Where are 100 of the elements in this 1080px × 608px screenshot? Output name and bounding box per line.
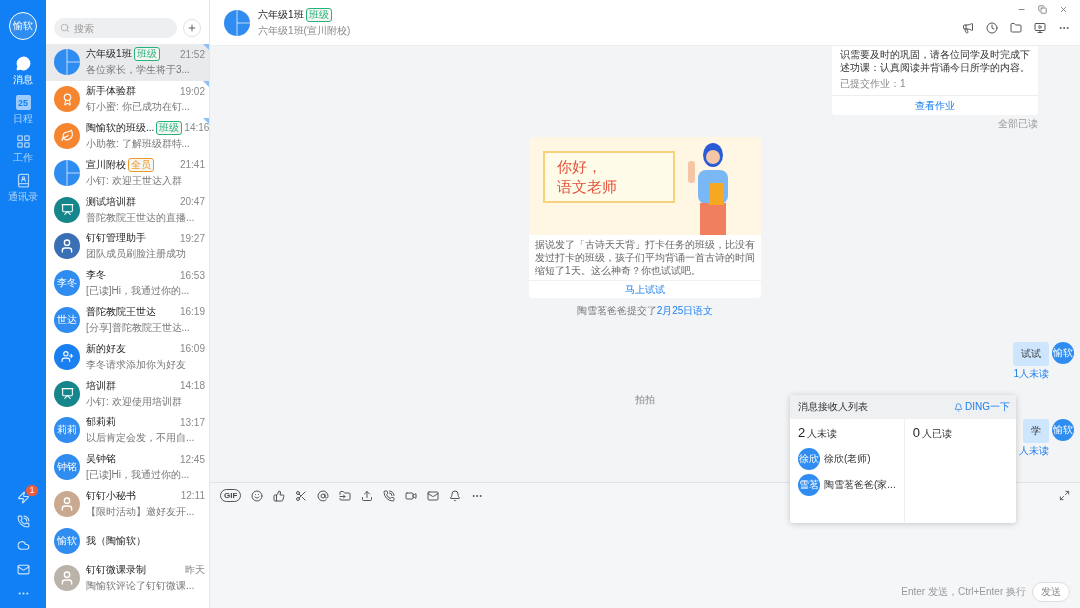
group-tag: 班级 xyxy=(305,7,332,22)
grid-icon xyxy=(15,134,31,149)
message-preview: [已读]Hi，我通过你的... xyxy=(86,284,191,299)
easel-icon xyxy=(60,203,74,217)
chat-name: 新的好友 xyxy=(86,341,126,356)
search-icon xyxy=(60,23,70,33)
upload-icon[interactable] xyxy=(361,489,374,502)
popup-title: 消息接收人列表 xyxy=(798,400,868,414)
chat-name: 郁莉莉 xyxy=(86,415,116,430)
text-avatar: 愉软 xyxy=(54,527,80,554)
message-preview: 各位家长，学生将于3... xyxy=(86,63,191,78)
person-silhouette-icon xyxy=(59,569,75,586)
bell-icon[interactable] xyxy=(449,489,462,502)
message-preview: [已读]Hi，我通过你的... xyxy=(86,468,191,483)
chat-name: 宣川附校 xyxy=(86,157,126,172)
read-label: 人已读 xyxy=(921,427,952,441)
mail-icon[interactable] xyxy=(16,563,30,576)
chat-time: 16:19 xyxy=(179,306,205,318)
folder-icon[interactable] xyxy=(339,489,352,502)
try-now-button[interactable]: 马上试试 xyxy=(529,280,761,298)
phone-icon[interactable] xyxy=(383,489,396,502)
lightning-icon[interactable] xyxy=(16,491,30,504)
thumbs-up-icon[interactable] xyxy=(273,489,286,502)
chat-name: 我（陶愉软） xyxy=(86,533,146,548)
chat-time: 21:41 xyxy=(179,159,205,171)
unread-count: 2 xyxy=(798,425,806,440)
unread-label: 人未读 xyxy=(807,427,838,441)
chat-list-item[interactable]: 六年级1班 班级 21:52 各位家长，学生将于3... xyxy=(46,44,209,81)
pat-notice: 拍拍 xyxy=(635,393,655,407)
group-tag: 全员 xyxy=(128,157,154,172)
video-icon[interactable] xyxy=(1034,21,1046,34)
message-preview: 团队成员刷脸注册成功 xyxy=(86,247,187,262)
folder-icon[interactable] xyxy=(1010,21,1022,34)
chat-name: 李冬 xyxy=(86,268,106,283)
chat-name: 陶愉软的班级... xyxy=(86,121,155,135)
person-silhouette-icon xyxy=(59,495,75,512)
cloud-icon[interactable] xyxy=(16,539,30,552)
add-user-icon xyxy=(60,350,74,364)
text-avatar: 世达 xyxy=(54,306,80,333)
chat-name: 钉钉微课录制 xyxy=(86,562,146,577)
receiver-item[interactable]: 徐欣 徐欣(老师) xyxy=(798,448,896,470)
scissors-icon[interactable] xyxy=(295,489,308,502)
chat-bubble-icon xyxy=(15,56,31,71)
chat-name: 普陀教院王世达 xyxy=(86,304,156,319)
bell-icon xyxy=(954,402,963,412)
input-hint: Enter 发送，Ctrl+Enter 换行 xyxy=(901,585,1026,599)
easel-icon xyxy=(60,387,74,401)
text-avatar: 李冬 xyxy=(54,270,80,297)
clock-icon[interactable] xyxy=(986,21,998,34)
message-preview: 钉小蜜: 你已成功在钉... xyxy=(86,100,191,115)
sender-avatar: 愉软 xyxy=(1052,342,1074,364)
chat-time: 19:27 xyxy=(179,232,205,244)
message-preview: 李冬请求添加你为好友 xyxy=(86,357,187,372)
video-icon[interactable] xyxy=(405,489,418,502)
read-receipt[interactable]: 1人未读 xyxy=(1013,367,1049,381)
message-preview: 陶愉软评论了钉钉微课... xyxy=(86,578,196,593)
chat-name: 培训群 xyxy=(86,378,116,393)
receiver-item[interactable]: 雪茗 陶雪茗爸爸(家... xyxy=(798,474,896,496)
nav-tab[interactable]: 消息 xyxy=(13,56,33,87)
message-bubble: 学 xyxy=(1023,419,1049,443)
close-icon[interactable] xyxy=(1059,5,1068,14)
text-avatar: 钟铭 xyxy=(54,454,80,481)
group-avatar-icon xyxy=(224,9,250,36)
chat-time: 12:11 xyxy=(180,490,205,502)
homework-text: 述功课：认真阅读并背诵今日所学的内容。 xyxy=(839,61,1031,74)
group-tag: 班级 xyxy=(133,47,160,62)
at-icon[interactable] xyxy=(317,489,330,502)
notification-badge: 1 xyxy=(26,485,38,496)
expand-icon[interactable] xyxy=(1059,490,1070,501)
message-preview: [分享]普陀教院王世达... xyxy=(86,320,191,335)
sender-avatar: 愉软 xyxy=(1052,419,1074,441)
chat-name: 新手体验群 xyxy=(86,84,136,99)
text-avatar: 莉莉 xyxy=(54,417,80,444)
ding-button[interactable]: DING一下 xyxy=(954,400,1010,414)
contacts-icon xyxy=(15,173,31,188)
chat-name: 六年级1班 xyxy=(86,47,132,62)
chat-time: 16:09 xyxy=(179,343,205,355)
mail-icon[interactable] xyxy=(427,489,440,502)
read-count: 0 xyxy=(912,425,920,440)
plus-icon xyxy=(187,23,197,33)
message-preview: 以后肯定会发，不用自... xyxy=(86,431,196,446)
homework-link[interactable]: 2月25日语文 xyxy=(656,305,714,316)
emoji-icon[interactable] xyxy=(251,489,264,502)
megaphone-icon[interactable] xyxy=(962,21,974,34)
promo-text: 据说发了「古诗天天背」打卡任务的班级，比没有发过打卡的班级，孩子们平均背诵一首古诗的时间缩短了1天。这么神奇？你也试试吧。 xyxy=(534,238,756,278)
chat-title: 六年级1班 xyxy=(258,7,304,22)
chat-time: 21:52 xyxy=(179,48,205,60)
group-tag: 班级 xyxy=(156,121,183,135)
chat-time: 12:45 xyxy=(179,453,205,465)
message-preview: 小助教: 了解班级群特... xyxy=(86,137,191,151)
chat-name: 钉钉管理助手 xyxy=(86,231,146,246)
read-receipt[interactable]: 人未读 xyxy=(1019,444,1049,458)
message-preview: 【限时活动】邀好友开... xyxy=(86,504,196,519)
chat-time: 20:47 xyxy=(179,196,205,208)
chat-name: 测试培训群 xyxy=(86,194,136,209)
system-message: 陶雪茗爸爸提交了2月25日语文 xyxy=(576,304,714,318)
search-field[interactable]: 搜索 xyxy=(54,18,177,38)
chat-subtitle: 六年级1班(宣川附校) xyxy=(258,23,351,38)
chat-time: 16:53 xyxy=(179,269,205,281)
leaf-icon xyxy=(60,129,74,143)
